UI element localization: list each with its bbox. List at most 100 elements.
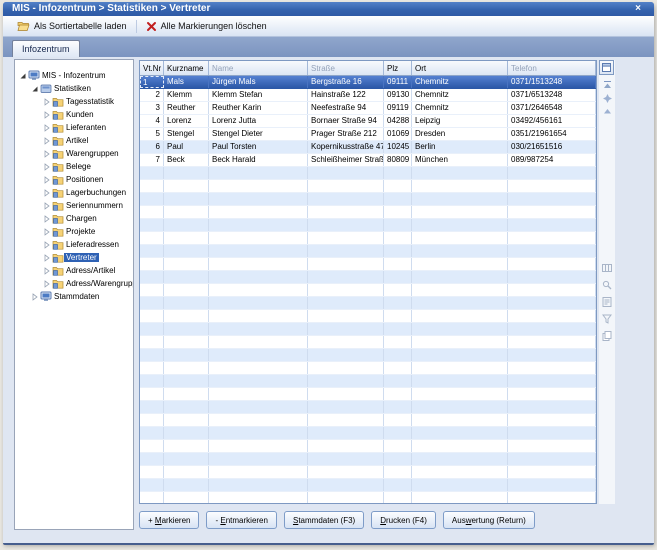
cell-straße[interactable]: Prager Straße 212 [308,128,384,140]
copy-icon[interactable] [602,331,612,341]
filter-icon[interactable] [602,314,612,324]
cell-plz[interactable]: 09111 [384,76,412,88]
cell-kurzname[interactable]: Mals [164,76,209,88]
expander-collapsed-icon[interactable] [42,254,51,262]
cell-telefon[interactable]: 03492/456161 [508,115,596,127]
cell-vt-nr[interactable]: 3 [140,102,164,114]
cell-ort[interactable]: Chemnitz [412,76,508,88]
tree-item-lieferanten[interactable]: Lieferanten [15,121,133,134]
cell-ort[interactable]: München [412,154,508,166]
cell-name[interactable]: Paul Torsten [209,141,308,153]
cell-kurzname[interactable]: Lorenz [164,115,209,127]
cell-straße[interactable]: Bergstraße 16 [308,76,384,88]
cell-plz[interactable]: 04288 [384,115,412,127]
load-sort-table-button[interactable]: Als Sortiertabelle laden [11,18,133,35]
column-header-straße[interactable]: Straße [308,61,384,75]
cell-straße[interactable]: Neefestraße 94 [308,102,384,114]
cell-kurzname[interactable]: Stengel [164,128,209,140]
cell-straße[interactable]: Hainstraße 122 [308,89,384,101]
markieren-button[interactable]: + Markieren [139,511,199,529]
cell-vt-nr[interactable]: 5 [140,128,164,140]
cell-plz[interactable]: 09130 [384,89,412,101]
scroll-center-icon[interactable] [603,94,612,103]
expander-collapsed-icon[interactable] [42,215,51,223]
tree-item-stammdaten[interactable]: Stammdaten [15,290,133,303]
tree-item-statistiken[interactable]: Statistiken [15,82,133,95]
tree-item-tagesstatistik[interactable]: Tagesstatistik [15,95,133,108]
cell-telefon[interactable]: 0371/2646548 [508,102,596,114]
cell-kurzname[interactable]: Beck [164,154,209,166]
entmarkieren-button[interactable]: - Entmarkieren [206,511,276,529]
tree-item-warengruppen[interactable]: Warengruppen [15,147,133,160]
cell-straße[interactable]: Schleißheimer Straße 378 [308,154,384,166]
tree-item-seriennummern[interactable]: Seriennummern [15,199,133,212]
tree-item-vertreter[interactable]: Vertreter [15,251,133,264]
expander-expanded-icon[interactable] [30,85,39,93]
cell-plz[interactable]: 09119 [384,102,412,114]
expander-collapsed-icon[interactable] [42,189,51,197]
expander-expanded-icon[interactable] [18,72,27,80]
expander-collapsed-icon[interactable] [42,280,51,288]
expander-collapsed-icon[interactable] [30,293,39,301]
cell-telefon[interactable]: 030/21651516 [508,141,596,153]
scroll-top-icon[interactable] [603,80,612,89]
stammdaten-f3-button[interactable]: Stammdaten (F3) [284,511,364,529]
tree-item-kunden[interactable]: Kunden [15,108,133,121]
tree-item-adress-warengruppen[interactable]: Adress/Warengruppen [15,277,133,290]
cell-kurzname[interactable]: Reuther [164,102,209,114]
cell-kurzname[interactable]: Paul [164,141,209,153]
cell-name[interactable]: Klemm Stefan [209,89,308,101]
cell-vt-nr[interactable]: 1 [140,76,164,88]
expander-collapsed-icon[interactable] [42,137,51,145]
cell-ort[interactable]: Chemnitz [412,89,508,101]
expander-collapsed-icon[interactable] [42,98,51,106]
column-header-name[interactable]: Name [209,61,308,75]
drucken-f4-button[interactable]: Drucken (F4) [371,511,436,529]
tree-item-belege[interactable]: Belege [15,160,133,173]
clear-marks-button[interactable]: Alle Markierungen löschen [140,18,273,35]
column-header-telefon[interactable]: Telefon [508,61,596,75]
cell-telefon[interactable]: 0371/1513248 [508,76,596,88]
cell-plz[interactable]: 01069 [384,128,412,140]
cell-name[interactable]: Beck Harald [209,154,308,166]
expander-collapsed-icon[interactable] [42,124,51,132]
expander-collapsed-icon[interactable] [42,163,51,171]
scroll-up-icon[interactable] [603,108,612,114]
summary-icon[interactable] [602,297,612,307]
tree-item-chargen[interactable]: Chargen [15,212,133,225]
cell-name[interactable]: Stengel Dieter [209,128,308,140]
cell-telefon[interactable]: 089/987254 [508,154,596,166]
close-button[interactable]: × [635,2,641,15]
columns-icon[interactable] [602,263,612,273]
column-chooser-button[interactable] [599,60,614,75]
cell-telefon[interactable]: 0371/6513248 [508,89,596,101]
column-header-ort[interactable]: Ort [412,61,508,75]
expander-collapsed-icon[interactable] [42,202,51,210]
tab-infozentrum[interactable]: Infozentrum [12,40,80,57]
cell-straße[interactable]: Kopernikusstraße 47 [308,141,384,153]
tree-item-mis-infozentrum[interactable]: MIS - Infozentrum [15,69,133,82]
cell-ort[interactable]: Berlin [412,141,508,153]
cell-kurzname[interactable]: Klemm [164,89,209,101]
tree-item-lieferadressen[interactable]: Lieferadressen [15,238,133,251]
tree-item-artikel[interactable]: Artikel [15,134,133,147]
cell-plz[interactable]: 80809 [384,154,412,166]
expander-collapsed-icon[interactable] [42,176,51,184]
cell-plz[interactable]: 10245 [384,141,412,153]
expander-collapsed-icon[interactable] [42,111,51,119]
cell-name[interactable]: Reuther Karin [209,102,308,114]
cell-vt-nr[interactable]: 6 [140,141,164,153]
tree-item-lagerbuchungen[interactable]: Lagerbuchungen [15,186,133,199]
tree-item-projekte[interactable]: Projekte [15,225,133,238]
cell-name[interactable]: Lorenz Jutta [209,115,308,127]
tree-item-adress-artikel[interactable]: Adress/Artikel [15,264,133,277]
cell-vt-nr[interactable]: 2 [140,89,164,101]
expander-collapsed-icon[interactable] [42,267,51,275]
column-header-kurzname[interactable]: Kurzname [164,61,209,75]
expander-collapsed-icon[interactable] [42,241,51,249]
cell-straße[interactable]: Bornaer Straße 94 [308,115,384,127]
tree-item-positionen[interactable]: Positionen [15,173,133,186]
auswertung-return-button[interactable]: Auswertung (Return) [443,511,535,529]
cell-ort[interactable]: Dresden [412,128,508,140]
cell-ort[interactable]: Leipzig [412,115,508,127]
